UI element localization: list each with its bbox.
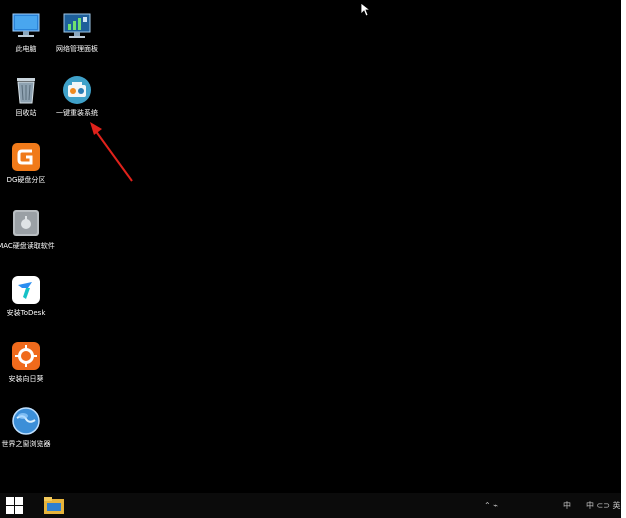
sunflower-icon: [10, 340, 42, 372]
desktop-icon-sunflower[interactable]: 安装向日葵: [0, 340, 52, 384]
desktop-icon-one-click-reinstall[interactable]: 一键重装系统: [51, 74, 103, 118]
mouse-cursor-icon: [360, 2, 370, 17]
desktop-icon-mac-disk-reader[interactable]: MAC硬盘读取软件: [0, 207, 55, 251]
desktop-icon-label: 网络管理面板: [56, 45, 98, 53]
network-panel-icon: [61, 10, 93, 42]
desktop-icon-theworld-browser[interactable]: 世界之窗浏览器: [0, 405, 52, 449]
desktop-icon-label: 此电脑: [15, 45, 37, 53]
file-explorer-icon[interactable]: [44, 497, 64, 514]
desktop-icon-todesk[interactable]: 安装ToDesk: [0, 274, 52, 318]
todesk-icon: [10, 274, 42, 306]
tray-status-icons[interactable]: 中 ⊂⊃ 英: [586, 493, 621, 518]
desktop-icon-label: 一键重装系统: [56, 109, 98, 117]
tray-ime-language[interactable]: 中: [563, 493, 571, 518]
recycle-bin-icon: [10, 74, 42, 106]
taskbar: ⌃ ⌁ 中 中 ⊂⊃ 英: [0, 493, 621, 518]
desktop-icon-recycle-bin[interactable]: 回收站: [0, 74, 52, 118]
mac-disk-reader-icon: [10, 207, 42, 239]
tray-overflow-indicators[interactable]: ⌃ ⌁: [484, 493, 498, 518]
annotation-arrow-icon: [90, 122, 133, 182]
desktop-icon-label: DG硬盘分区: [6, 176, 46, 184]
desktop-icon-label: 回收站: [15, 109, 37, 117]
desktop: 此电脑 网络管理面板 回收站 一键重装系统 DG硬盘分区 MAC硬盘读取软件 安…: [0, 0, 621, 493]
desktop-icon-this-pc[interactable]: 此电脑: [0, 10, 52, 54]
theworld-browser-icon: [10, 405, 42, 437]
screen-edge: [621, 0, 626, 518]
desktop-icon-network-panel[interactable]: 网络管理面板: [51, 10, 103, 54]
desktop-icon-label: MAC硬盘读取软件: [0, 242, 55, 250]
desktop-icon-label: 安装ToDesk: [6, 309, 46, 317]
desktop-icon-label: 安装向日葵: [8, 375, 44, 383]
desktop-icon-label: 世界之窗浏览器: [1, 440, 51, 448]
desktop-icon-diskgenius[interactable]: DG硬盘分区: [0, 141, 52, 185]
windows-start-icon[interactable]: [6, 497, 23, 514]
one-click-reinstall-icon: [61, 74, 93, 106]
computer-icon: [10, 10, 42, 42]
diskgenius-icon: [10, 141, 42, 173]
